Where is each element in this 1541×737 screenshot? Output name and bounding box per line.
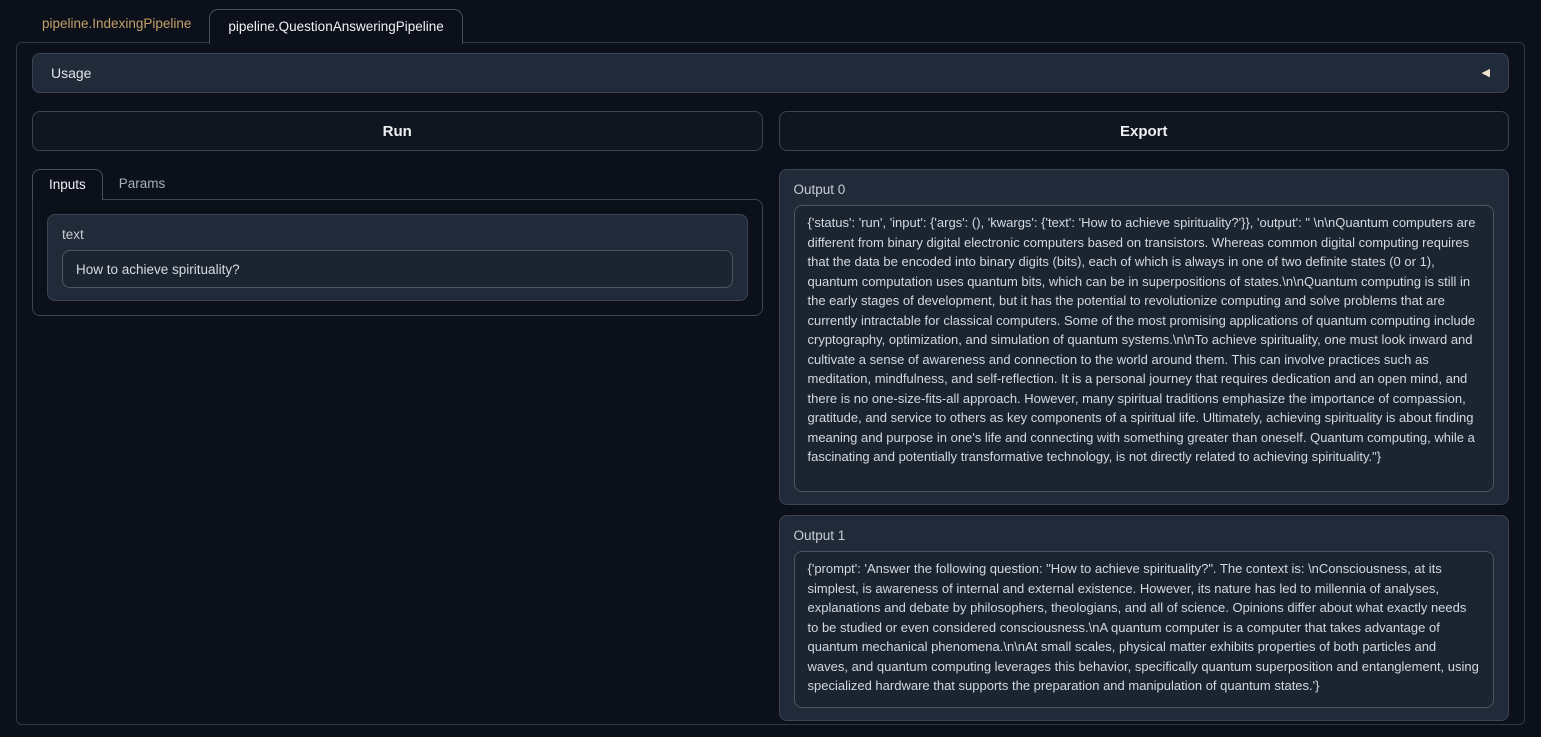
content-columns: Run Inputs Params text Export Output 0 {… (32, 111, 1509, 721)
run-button[interactable]: Run (32, 111, 763, 151)
text-input-label: text (62, 227, 733, 242)
usage-accordion-label: Usage (51, 65, 91, 81)
tab-params[interactable]: Params (103, 169, 182, 199)
collapse-triangle-icon[interactable]: ◀ (1482, 68, 1490, 79)
tab-inputs[interactable]: Inputs (32, 169, 103, 200)
text-input-field[interactable] (62, 250, 733, 288)
output-0-label: Output 0 (794, 182, 1495, 197)
tab-question-answering-pipeline[interactable]: pipeline.QuestionAnsweringPipeline (209, 9, 462, 44)
export-button[interactable]: Export (779, 111, 1510, 151)
text-input-group: text (47, 214, 748, 301)
pipeline-tab-bar: pipeline.IndexingPipeline pipeline.Quest… (0, 0, 1541, 42)
output-1-group: Output 1 {'prompt': 'Answer the followin… (779, 515, 1510, 721)
output-1-textarea[interactable]: {'prompt': 'Answer the following questio… (794, 551, 1495, 708)
inputs-tab-panel: text (32, 199, 763, 316)
output-1-label: Output 1 (794, 528, 1495, 543)
usage-accordion-header[interactable]: Usage ◀ (32, 53, 1509, 93)
output-0-group: Output 0 {'status': 'run', 'input': {'ar… (779, 169, 1510, 505)
output-column: Export Output 0 {'status': 'run', 'input… (779, 111, 1510, 721)
input-column: Run Inputs Params text (32, 111, 763, 721)
tab-indexing-pipeline[interactable]: pipeline.IndexingPipeline (24, 7, 209, 42)
io-tab-bar: Inputs Params (32, 167, 763, 199)
pipeline-tab-content: Usage ◀ Run Inputs Params text Export Ou… (16, 42, 1525, 725)
output-0-textarea[interactable]: {'status': 'run', 'input': {'args': (), … (794, 205, 1495, 492)
